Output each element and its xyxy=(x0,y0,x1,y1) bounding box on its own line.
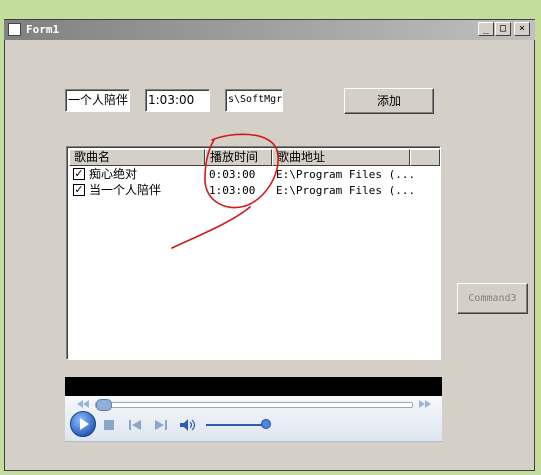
column-header-song-name[interactable]: 歌曲名 xyxy=(69,149,205,166)
column-header-song-path[interactable]: 歌曲地址 xyxy=(272,149,410,166)
app-icon xyxy=(8,23,21,36)
song-listview[interactable]: 歌曲名 播放时间 歌曲地址 ✓ 痴心绝对 0:03:00 E:\Program … xyxy=(66,146,441,360)
song-name-cell: 痴心绝对 xyxy=(89,167,138,181)
checkbox-checked[interactable]: ✓ xyxy=(73,184,85,196)
video-area xyxy=(65,377,442,396)
volume-icon[interactable] xyxy=(180,419,196,431)
previous-icon[interactable] xyxy=(129,420,141,430)
seek-knob[interactable] xyxy=(96,399,112,411)
add-button[interactable]: 添加 xyxy=(344,88,434,114)
window-title: Form1 xyxy=(26,23,60,36)
close-button[interactable]: × xyxy=(514,22,530,36)
minimize-button[interactable]: _ xyxy=(478,22,494,36)
play-time-cell: 0:03:00 xyxy=(209,168,256,181)
listview-header: 歌曲名 播放时间 歌曲地址 xyxy=(69,149,440,166)
title-bar: Form1 _ □ × xyxy=(4,20,535,40)
list-item[interactable]: ✓ 当一个人陪伴 1:03:00 E:\Program Files (... xyxy=(69,182,438,199)
duration-input[interactable]: 1:03:00 xyxy=(145,89,210,112)
list-item[interactable]: ✓ 痴心绝对 0:03:00 E:\Program Files (... xyxy=(69,166,438,183)
column-header-filler xyxy=(410,149,440,166)
command3-button[interactable]: Command3 xyxy=(457,283,528,314)
checkbox-checked[interactable]: ✓ xyxy=(73,168,85,180)
path-input[interactable]: s\SoftMgr xyxy=(225,89,283,112)
song-path-cell: E:\Program Files (... xyxy=(276,184,416,197)
play-time-cell: 1:03:00 xyxy=(209,184,256,197)
seek-bar[interactable] xyxy=(95,399,413,411)
stop-icon[interactable] xyxy=(104,420,114,430)
volume-slider-knob[interactable] xyxy=(261,419,271,429)
media-player-controls xyxy=(65,396,442,442)
next-icon[interactable] xyxy=(155,420,167,430)
seek-forward-icon xyxy=(419,400,431,408)
song-name-input[interactable]: 一个人陪伴 xyxy=(65,89,130,112)
play-icon[interactable] xyxy=(69,410,97,438)
song-name-cell: 当一个人陪伴 xyxy=(89,183,162,197)
seek-back-icon xyxy=(77,400,89,408)
maximize-button[interactable]: □ xyxy=(495,22,511,36)
column-header-play-time[interactable]: 播放时间 xyxy=(205,149,272,166)
song-path-cell: E:\Program Files (... xyxy=(276,168,416,181)
